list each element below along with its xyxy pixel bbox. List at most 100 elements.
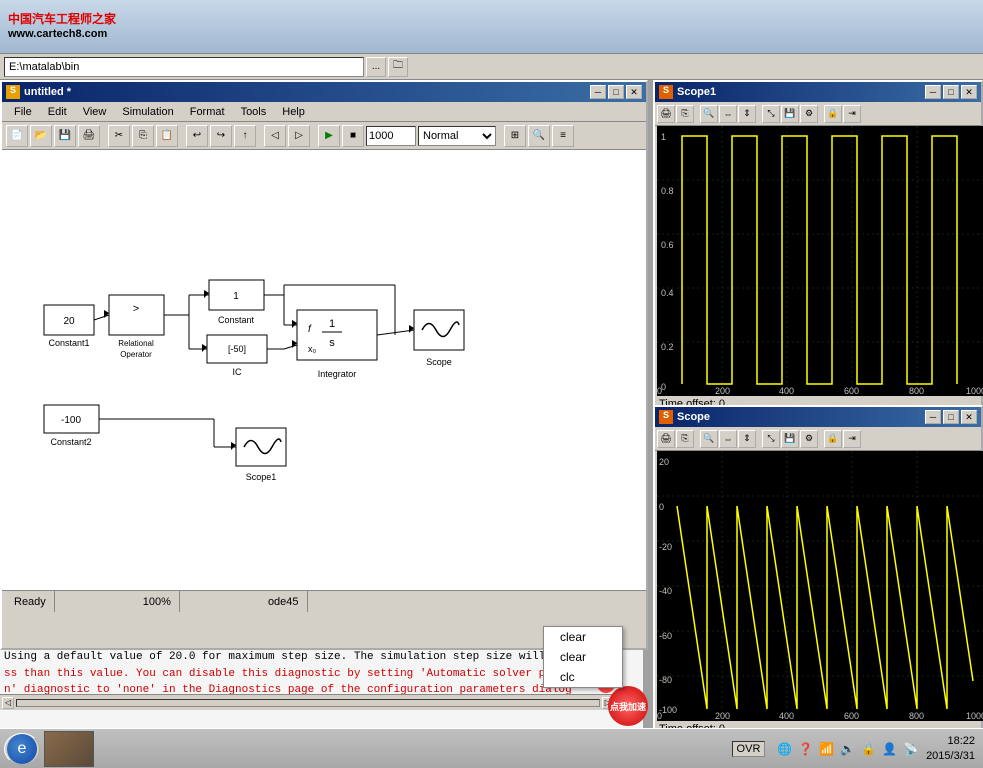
svg-text:>: > (133, 303, 139, 315)
forward-button[interactable]: ▷ (288, 125, 310, 147)
svg-text:800: 800 (909, 711, 924, 721)
scope1-save[interactable]: 💾 (781, 105, 799, 123)
redo-button[interactable]: ↪ (210, 125, 232, 147)
scope1-arrow[interactable]: ⇥ (843, 105, 861, 123)
simulink-menubar: File Edit View Simulation Format Tools H… (2, 102, 646, 122)
scope2-zoom-y[interactable]: ⇕ (738, 430, 756, 448)
svg-text:200: 200 (715, 711, 730, 721)
svg-text:20: 20 (63, 316, 75, 327)
svg-text:Constant1: Constant1 (48, 338, 89, 348)
main-area: S untitled * ─ □ ✕ File Edit View Simula… (0, 80, 983, 768)
scope2-plot: 20 0 -20 -40 -60 -80 -100 0 200 400 600 … (657, 451, 983, 721)
close-button[interactable]: ✕ (626, 85, 642, 99)
scope1-config[interactable]: ⚙ (800, 105, 818, 123)
menu-edit[interactable]: Edit (40, 102, 75, 122)
console-scrollbar[interactable]: ◁ ▷ !!! (0, 694, 643, 710)
clock-time: 18:22 (926, 734, 975, 748)
scope2-save[interactable]: 💾 (781, 430, 799, 448)
status-solver: ode45 (260, 591, 308, 612)
scope1-maximize[interactable]: □ (943, 85, 959, 99)
back-button[interactable]: ◁ (264, 125, 286, 147)
scope2-print[interactable]: 🖨 (657, 430, 675, 448)
taskbar: e OVR 🌐 ❓ 📶 🔊 🔒 👤 📡 18:22 2015/3/31 (0, 728, 983, 768)
stop-button[interactable]: ■ (342, 125, 364, 147)
avatar-image (45, 732, 93, 766)
start-button[interactable]: e (4, 733, 40, 765)
print-button[interactable]: 🖨 (78, 125, 100, 147)
debug-button[interactable]: 🔍 (528, 125, 550, 147)
svg-text:-80: -80 (659, 675, 672, 685)
scope1-zoom[interactable]: 🔍 (700, 105, 718, 123)
menu-view[interactable]: View (75, 102, 115, 122)
scope2-titlebar: S Scope ─ □ ✕ (655, 407, 981, 427)
scope1-autoscale[interactable]: ⤡ (762, 105, 780, 123)
scope2-zoom-x[interactable]: ⇔ (719, 430, 737, 448)
svg-text:0: 0 (659, 502, 664, 512)
scope1-zoom-y[interactable]: ⇕ (738, 105, 756, 123)
app-url: www.cartech8.com (8, 27, 116, 41)
svg-text:400: 400 (779, 711, 794, 721)
context-menu-item-2[interactable]: clear (544, 647, 622, 667)
menu-tools[interactable]: Tools (233, 102, 275, 122)
scope2-toolbar: 🖨 ⎘ 🔍 ⇔ ⇕ ⤡ 💾 ⚙ 🔒 ⇥ (655, 427, 981, 451)
simulink-title: untitled * (24, 86, 71, 98)
sound-icon: 🔊 (840, 742, 855, 756)
menu-simulation[interactable]: Simulation (114, 102, 181, 122)
minimize-button[interactable]: ─ (590, 85, 606, 99)
sim-mode-select[interactable]: Normal Accelerator (418, 126, 496, 146)
svg-text:20: 20 (659, 457, 669, 467)
scope1-controls: ─ □ ✕ (925, 85, 977, 99)
maximize-button[interactable]: □ (608, 85, 624, 99)
scope2-copy[interactable]: ⎘ (676, 430, 694, 448)
menu-format[interactable]: Format (182, 102, 233, 122)
path-input[interactable] (4, 57, 364, 77)
svg-text:Scope1: Scope1 (246, 472, 277, 482)
new-button[interactable]: 📄 (6, 125, 28, 147)
svg-text:400: 400 (779, 386, 794, 396)
status-zoom: 100% (135, 591, 180, 612)
copy-button[interactable]: ⎘ (132, 125, 154, 147)
ad-circle[interactable]: 点我加速 (608, 686, 648, 726)
scope2-close[interactable]: ✕ (961, 410, 977, 424)
svg-text:200: 200 (715, 386, 730, 396)
menu-file[interactable]: File (6, 102, 40, 122)
save-button[interactable]: 💾 (54, 125, 76, 147)
cut-button[interactable]: ✂ (108, 125, 130, 147)
scope2-lock[interactable]: 🔒 (824, 430, 842, 448)
play-button[interactable]: ▶ (318, 125, 340, 147)
undo-button[interactable]: ↩ (186, 125, 208, 147)
lib-button[interactable]: ⊞ (504, 125, 526, 147)
scope1-copy[interactable]: ⎘ (676, 105, 694, 123)
scope1-lock[interactable]: 🔒 (824, 105, 842, 123)
context-menu-item-3[interactable]: clc (544, 667, 622, 687)
scope2-arrow[interactable]: ⇥ (843, 430, 861, 448)
scope2-zoom[interactable]: 🔍 (700, 430, 718, 448)
scope2-maximize[interactable]: □ (943, 410, 959, 424)
svg-text:Scope: Scope (426, 357, 452, 367)
network-icon: 🌐 (777, 742, 792, 756)
context-menu-item-1[interactable]: clear (544, 627, 622, 647)
scope1-plot: 1 0.8 0.6 0.4 0.2 0 0 200 400 600 800 10… (657, 126, 983, 396)
scope1-print[interactable]: 🖨 (657, 105, 675, 123)
sim-time-input[interactable] (366, 126, 416, 146)
scope2-config[interactable]: ⚙ (800, 430, 818, 448)
path-folder-button[interactable]: 🗀 (388, 57, 408, 77)
up-button[interactable]: ↑ (234, 125, 256, 147)
path-dots-button[interactable]: ... (366, 57, 386, 77)
scope2-minimize[interactable]: ─ (925, 410, 941, 424)
clock-date: 2015/3/31 (926, 749, 975, 763)
user-avatar[interactable] (44, 731, 94, 767)
scope2-icon: S (659, 410, 673, 424)
scope1-close[interactable]: ✕ (961, 85, 977, 99)
user-icon: 👤 (882, 742, 897, 756)
menu-help[interactable]: Help (274, 102, 313, 122)
scope2-autoscale[interactable]: ⤡ (762, 430, 780, 448)
svg-text:Operator: Operator (120, 350, 152, 359)
scope1-zoom-x[interactable]: ⇔ (719, 105, 737, 123)
svg-text:[-50]: [-50] (228, 344, 246, 354)
paste-button[interactable]: 📋 (156, 125, 178, 147)
svg-text:-100: -100 (61, 415, 81, 426)
scope1-minimize[interactable]: ─ (925, 85, 941, 99)
open-button[interactable]: 📂 (30, 125, 52, 147)
more-button[interactable]: ≡ (552, 125, 574, 147)
